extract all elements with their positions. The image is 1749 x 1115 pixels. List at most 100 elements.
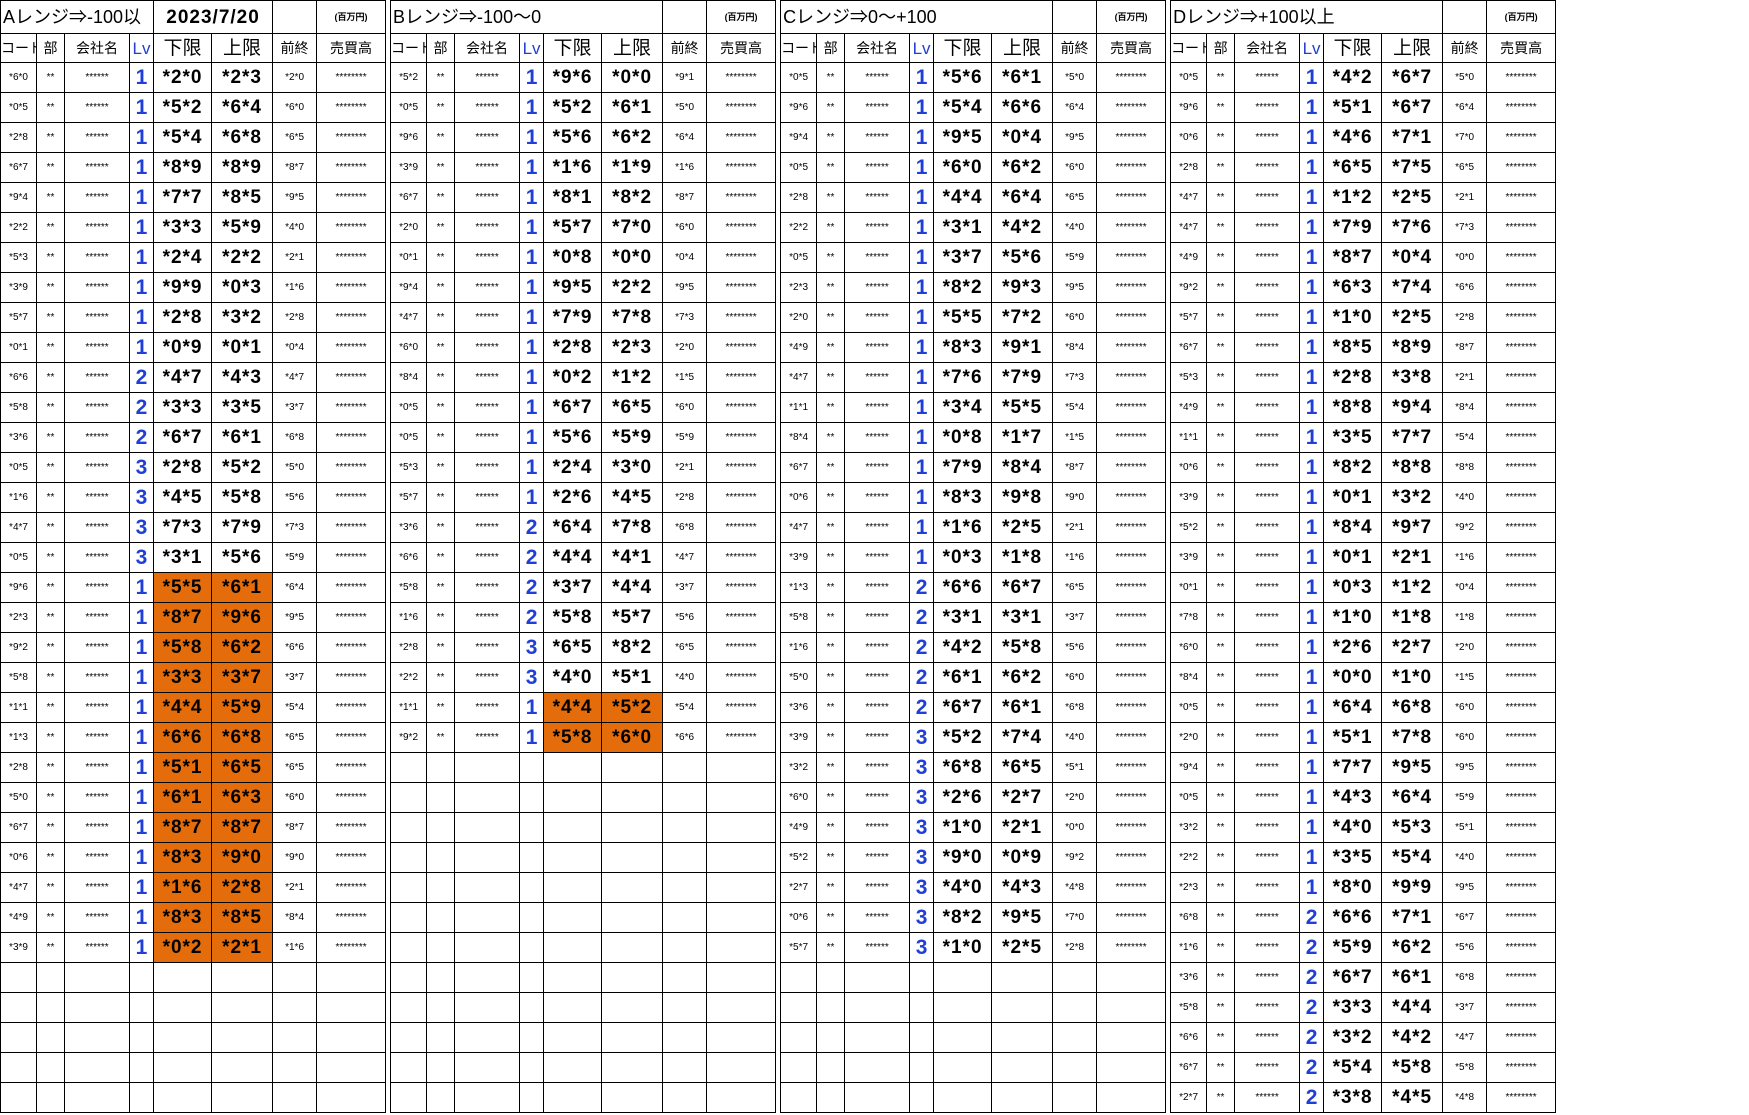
cell-bu: ** (816, 722, 846, 753)
cell-lower: *8*3 (933, 332, 993, 363)
cell-code: *0*5 (0, 92, 37, 123)
cell-lower: *6*7 (1323, 962, 1383, 993)
cell-lv: 1 (128, 752, 155, 783)
cell-upper: *6*5 (211, 752, 274, 783)
table-row: *4*7 ** ****** 1 *1*6 *2*5 *2*1 ******** (780, 512, 1167, 543)
empty-cell (272, 1022, 318, 1053)
cell-lower: *1*0 (1323, 302, 1383, 333)
table-row: *2*0 ** ****** 1 *5*7 *7*0 *6*0 ******** (390, 212, 777, 243)
empty-cell (543, 902, 603, 933)
cell-bu: ** (36, 512, 65, 543)
cell-bu: ** (816, 632, 846, 663)
empty-cell (662, 962, 708, 993)
cell-lv: 3 (909, 752, 935, 783)
cell-bu: ** (36, 392, 65, 423)
cell-prev: *6*0 (1052, 302, 1098, 333)
cell-bu: ** (1206, 572, 1236, 603)
cell-prev: *8*7 (272, 152, 318, 183)
cell-prev: *6*4 (1442, 92, 1488, 123)
table-row: *2*3 ** ****** 1 *8*2 *9*3 *9*5 ******** (780, 272, 1167, 303)
cell-bu: ** (1206, 962, 1236, 993)
empty-cell (706, 842, 777, 873)
empty-cell (390, 1052, 428, 1083)
empty-cell (519, 1022, 545, 1053)
column-header-lower: 下限 (1323, 33, 1383, 63)
table-row (0, 962, 387, 993)
cell-code: *5*3 (1170, 362, 1208, 393)
cell-bu: ** (36, 662, 65, 693)
cell-bu: ** (36, 242, 65, 273)
cell-bu: ** (816, 812, 846, 843)
cell-code: *3*9 (1170, 542, 1208, 573)
cell-lower: *5*5 (933, 302, 993, 333)
cell-prev: *9*5 (272, 602, 318, 633)
cell-lv: 2 (1299, 992, 1325, 1023)
empty-cell (543, 1082, 603, 1113)
cell-bu: ** (426, 242, 456, 273)
cell-bu: ** (1206, 632, 1236, 663)
cell-sales: ******** (1486, 422, 1557, 453)
table-row: *9*4 ** ****** 1 *9*5 *0*4 *9*5 ******** (780, 122, 1167, 153)
cell-code: *5*3 (390, 452, 428, 483)
cell-lv: 1 (128, 122, 155, 153)
column-header-bu: 部 (1206, 33, 1236, 63)
cell-sales: ******** (1096, 872, 1167, 903)
cell-lower: *8*7 (1323, 242, 1383, 273)
table-row: *0*5 ** ****** 1 *5*2 *6*4 *6*0 ******** (0, 92, 387, 123)
cell-name: ****** (844, 842, 911, 873)
cell-prev: *4*0 (1052, 212, 1098, 243)
cell-upper: *1*9 (601, 152, 664, 183)
table-row: *1*1 ** ****** 1 *3*5 *7*7 *5*4 ******** (1170, 422, 1557, 453)
cell-code: *2*3 (780, 272, 818, 303)
cell-sales: ******** (316, 752, 387, 783)
cell-lv: 2 (1299, 932, 1325, 963)
cell-sales: ******** (1486, 692, 1557, 723)
cell-upper: *9*7 (1381, 512, 1444, 543)
cell-sales: ******** (706, 62, 777, 93)
table-row: *5*8 ** ****** 2 *3*7 *4*4 *3*7 ******** (390, 572, 777, 603)
cell-name: ****** (64, 662, 130, 693)
cell-lv: 1 (128, 722, 155, 753)
cell-code: *3*2 (1170, 812, 1208, 843)
cell-lv: 1 (1299, 272, 1325, 303)
empty-cell (390, 752, 428, 783)
cell-upper: *5*9 (211, 212, 274, 243)
empty-cell (64, 962, 130, 993)
empty-cell (36, 1022, 65, 1053)
empty-cell (316, 1082, 387, 1113)
empty-cell (543, 1022, 603, 1053)
cell-lv: 2 (519, 512, 545, 543)
cell-name: ****** (454, 452, 521, 483)
cell-sales: ******** (706, 242, 777, 273)
table-row: *1*1 ** ****** 1 *4*4 *5*9 *5*4 ******** (0, 692, 387, 723)
empty-cell (519, 812, 545, 843)
cell-upper: *9*0 (211, 842, 274, 873)
cell-lower: *2*4 (543, 452, 603, 483)
cell-sales: ******** (706, 722, 777, 753)
empty-cell (780, 962, 818, 993)
cell-lower: *8*4 (1323, 512, 1383, 543)
cell-lower: *4*4 (543, 692, 603, 723)
cell-upper: *9*5 (991, 902, 1054, 933)
cell-sales: ******** (706, 692, 777, 723)
cell-prev: *6*5 (662, 632, 708, 663)
cell-prev: *6*4 (1052, 92, 1098, 123)
cell-bu: ** (1206, 392, 1236, 423)
empty-cell (706, 1022, 777, 1053)
cell-bu: ** (1206, 182, 1236, 213)
cell-lower: *6*7 (153, 422, 213, 453)
table-row: *2*2 ** ****** 1 *3*1 *4*2 *4*0 ******** (780, 212, 1167, 243)
cell-lv: 3 (128, 452, 155, 483)
empty-cell (662, 1052, 708, 1083)
empty-cell (64, 992, 130, 1023)
cell-prev: *2*8 (662, 482, 708, 513)
cell-code: *5*7 (0, 302, 37, 333)
cell-upper: *5*3 (1381, 812, 1444, 843)
cell-lower: *8*3 (153, 842, 213, 873)
table-row (390, 992, 777, 1023)
cell-lower: *5*2 (543, 92, 603, 123)
cell-lower: *5*2 (153, 92, 213, 123)
cell-lower: *5*8 (543, 722, 603, 753)
cell-lv: 1 (1299, 302, 1325, 333)
empty-cell (390, 872, 428, 903)
